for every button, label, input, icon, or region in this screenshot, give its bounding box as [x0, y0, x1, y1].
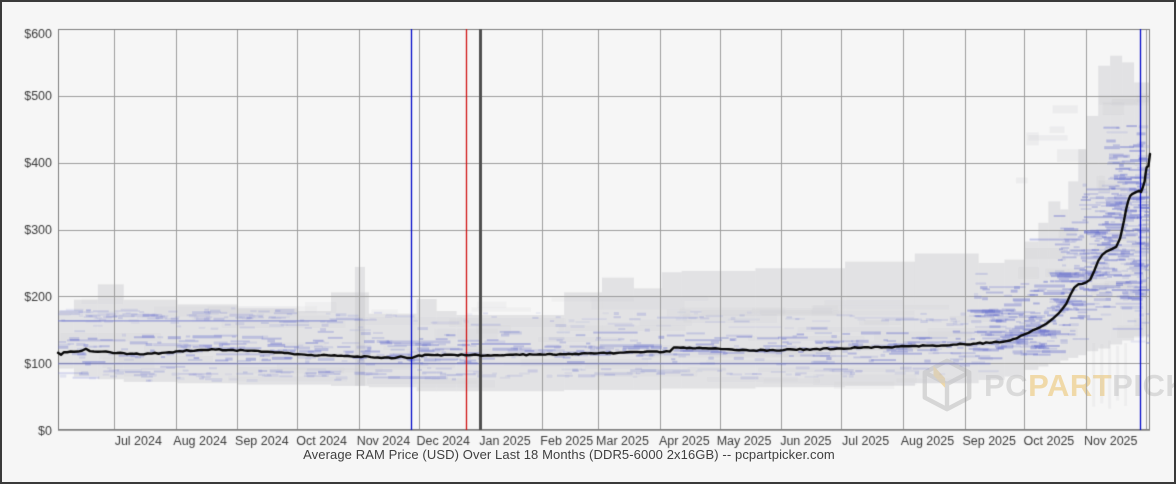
chart-caption: Average RAM Price (USD) Over Last 18 Mon… — [2, 447, 1136, 462]
ram-price-chart-frame: PCPARTPICKER Average RAM Price (USD) Ove… — [0, 0, 1176, 484]
ram-price-history-chart — [2, 2, 1176, 484]
